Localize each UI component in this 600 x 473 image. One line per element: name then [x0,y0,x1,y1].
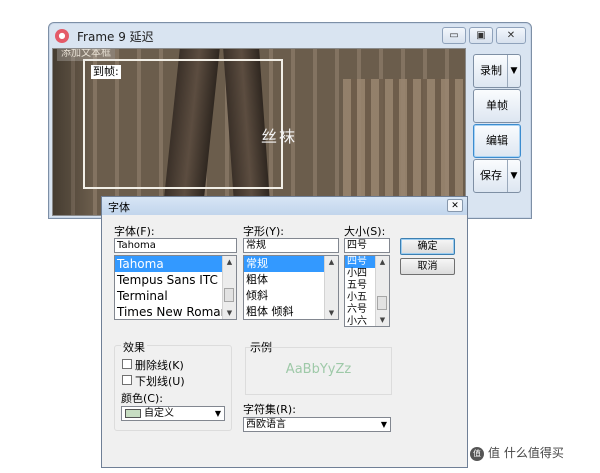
font-list-item[interactable]: Times New Roman [115,304,236,319]
sample-box: AaBbYyZz [245,347,392,395]
main-window: ● Frame 9 延迟 ▭ ▣ ✕ 添加文本框 到帧: 丝袜 录制 ▼ 单帧 … [48,22,532,219]
sample-text: AaBbYyZz [285,362,352,377]
scroll-up-icon[interactable]: ▲ [376,256,389,268]
size-label: 大小(S): [344,225,386,238]
color-select[interactable]: 自定义 ▼ [121,406,225,421]
style-list[interactable]: 常规 粗体 倾斜 粗体 倾斜 ▲ ▼ [243,255,339,320]
record-button[interactable]: 录制 ▼ [473,54,521,88]
save-button-label: 保存 [480,169,502,182]
scroll-up-icon[interactable]: ▲ [325,256,338,268]
video-preview[interactable]: 添加文本框 到帧: 丝袜 [52,48,466,216]
font-input[interactable]: Tahoma [114,238,237,253]
charset-select[interactable]: 西欧语言 ▼ [243,417,391,432]
font-dialog: 字体 ✕ 字体(F): Tahoma Tahoma Tempus Sans IT… [101,196,468,468]
record-button-label: 录制 [480,64,502,77]
record-dropdown-icon[interactable]: ▼ [507,55,520,87]
watermark-text: 值 什么值得买 [488,446,564,460]
goto-frame-label: 到帧: [91,65,121,79]
close-button[interactable]: ✕ [496,27,526,44]
scroll-down-icon[interactable]: ▼ [376,314,389,326]
font-list-item[interactable]: Tempus Sans ITC [115,272,236,288]
color-label: 颜色(C): [121,392,163,405]
charset-label: 字符集(R): [243,403,296,416]
scroll-up-icon[interactable]: ▲ [223,256,236,268]
font-list-scrollbar[interactable]: ▲ ▼ [222,256,236,319]
save-button[interactable]: 保存 ▼ [473,159,521,193]
video-caption-text[interactable]: 丝袜 [261,123,297,147]
font-list[interactable]: Tahoma Tempus Sans ITC Terminal Times Ne… [114,255,237,320]
underline-checkbox[interactable] [122,375,132,385]
edit-button[interactable]: 编辑 [473,124,521,158]
scroll-thumb[interactable] [377,296,387,310]
color-swatch [125,409,141,418]
watermark-icon: 值 [470,446,484,461]
chevron-down-icon[interactable]: ▼ [381,418,387,431]
maximize-button[interactable]: ▣ [469,27,493,44]
style-list-scrollbar[interactable]: ▲ ▼ [324,256,338,319]
chevron-down-icon[interactable]: ▼ [215,407,221,420]
dialog-close-button[interactable]: ✕ [447,199,463,212]
font-list-item[interactable]: Tahoma [115,256,236,272]
dialog-title: 字体 [108,201,130,214]
single-frame-button[interactable]: 单帧 [473,89,521,123]
chair-image [343,79,463,215]
add-textbox-label: 添加文本框 [57,49,115,61]
app-icon: ● [55,29,69,43]
charset-value: 西欧语言 [246,419,286,430]
size-input[interactable]: 四号 [344,238,390,253]
underline-label: 下划线(U) [135,375,185,388]
size-list[interactable]: 四号 小四 五号 小五 六号 小六 ▲ ▼ [344,255,390,327]
strikeout-label: 删除线(K) [135,359,184,372]
save-dropdown-icon[interactable]: ▼ [507,160,520,192]
ok-button[interactable]: 确定 [400,238,455,255]
window-title: Frame 9 延迟 [77,30,154,44]
color-value: 自定义 [144,408,174,419]
minimize-button[interactable]: ▭ [442,27,466,44]
dialog-title-bar[interactable]: 字体 ✕ [102,197,467,215]
scroll-down-icon[interactable]: ▼ [223,307,236,319]
watermark: 值值 什么值得买 [470,444,564,461]
scroll-down-icon[interactable]: ▼ [325,307,338,319]
scroll-thumb[interactable] [224,288,234,302]
size-list-scrollbar[interactable]: ▲ ▼ [375,256,389,326]
cancel-button[interactable]: 取消 [400,258,455,275]
strikeout-checkbox[interactable] [122,359,132,369]
font-list-item[interactable]: Terminal [115,288,236,304]
effects-label: 效果 [121,339,147,355]
font-label: 字体(F): [114,225,155,238]
style-input[interactable]: 常规 [243,238,339,253]
style-label: 字形(Y): [243,225,285,238]
title-bar[interactable]: ● Frame 9 延迟 ▭ ▣ ✕ [49,23,531,49]
